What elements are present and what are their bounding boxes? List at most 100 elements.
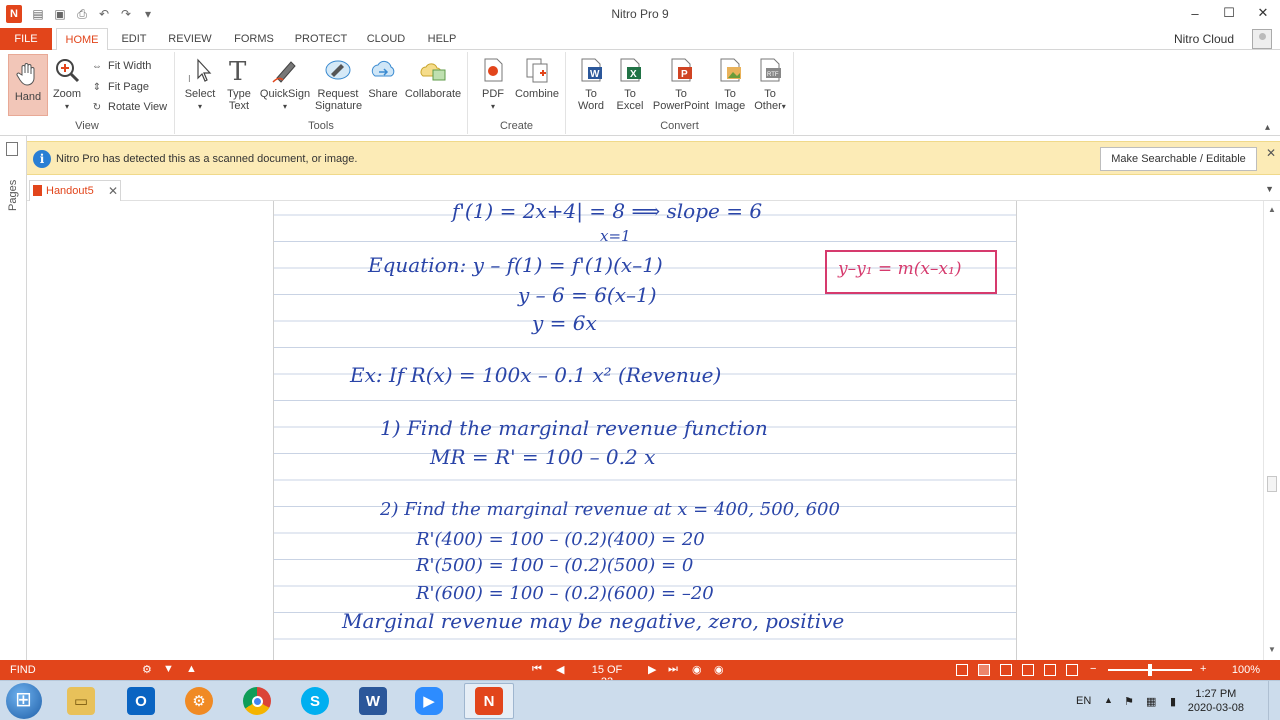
- close-icon[interactable]: ✕: [1266, 146, 1276, 160]
- tab-cloud[interactable]: CLOUD: [362, 28, 410, 50]
- close-button[interactable]: ✕: [1246, 0, 1280, 26]
- collapse-ribbon-icon[interactable]: ▴: [1265, 122, 1270, 133]
- last-page-icon[interactable]: ⏭: [668, 663, 678, 676]
- handwritten-line: Ex: If R(x) = 100x – 0.1 x² (Revenue): [350, 363, 722, 387]
- clock[interactable]: 1:27 PM 2020-03-08: [1188, 687, 1244, 715]
- pdf-button[interactable]: PDF ▾: [476, 56, 510, 113]
- next-page-icon[interactable]: ▶: [648, 663, 656, 676]
- to-word-button[interactable]: W To Word: [572, 56, 610, 112]
- scrollbar-thumb[interactable]: [1267, 476, 1277, 492]
- fit-page-button[interactable]: ⇕ Fit Page: [90, 81, 149, 93]
- find-previous-icon[interactable]: ▼: [163, 663, 174, 675]
- pages-panel-tab[interactable]: Pages: [7, 180, 19, 211]
- back-view-icon[interactable]: ◉: [692, 663, 702, 676]
- tab-file[interactable]: FILE: [0, 28, 52, 50]
- taskbar-word[interactable]: W: [348, 683, 398, 719]
- tab-protect[interactable]: PROTECT: [292, 28, 350, 50]
- zoom-in-icon[interactable]: +: [1200, 663, 1206, 675]
- find-label[interactable]: FIND: [10, 664, 36, 676]
- document-workspace[interactable]: f'(1) = 2x+4| = 8 ⟹ slope = 6 x=1 Equati…: [27, 201, 1263, 660]
- make-searchable-button[interactable]: Make Searchable / Editable: [1100, 147, 1257, 171]
- to-image-button[interactable]: To Image: [712, 56, 748, 112]
- tab-review[interactable]: REVIEW: [164, 28, 216, 50]
- taskbar-nitro[interactable]: N: [464, 683, 514, 719]
- zoom-percentage[interactable]: 100%: [1232, 664, 1260, 676]
- settings-gear-icon[interactable]: ⚙: [142, 663, 152, 676]
- handwritten-line: y – 6 = 6(x–1): [518, 283, 657, 307]
- forward-view-icon[interactable]: ◉: [714, 663, 724, 676]
- vertical-scrollbar[interactable]: ▲ ▼: [1263, 201, 1280, 660]
- fullscreen-icon[interactable]: [1044, 664, 1056, 676]
- handwritten-line: R'(500) = 100 – (0.2)(500) = 0: [416, 555, 694, 576]
- single-page-view-icon[interactable]: [956, 664, 968, 676]
- taskbar-skype[interactable]: S: [290, 683, 340, 719]
- taskbar-file-explorer[interactable]: ▭: [56, 683, 106, 719]
- pages-panel-icon[interactable]: [6, 142, 18, 156]
- maximize-button[interactable]: ☐: [1212, 0, 1246, 26]
- zoom-button[interactable]: Zoom ▾: [50, 56, 84, 113]
- network-icon[interactable]: ▦: [1146, 695, 1156, 708]
- rotate-view-button[interactable]: ↻ Rotate View: [90, 101, 167, 113]
- taskbar-zoom[interactable]: ▶: [404, 683, 454, 719]
- show-desktop-button[interactable]: [1268, 681, 1280, 720]
- taskbar-settings[interactable]: ⚙: [174, 683, 224, 719]
- tray-overflow-icon[interactable]: ▲: [1104, 695, 1113, 705]
- clock-time: 1:27 PM: [1195, 688, 1237, 700]
- quicksign-button[interactable]: QuickSign ▾: [259, 56, 311, 113]
- combine-button[interactable]: Combine: [514, 56, 560, 100]
- first-page-icon[interactable]: ⏮: [532, 663, 542, 676]
- collaborate-button[interactable]: Collaborate: [403, 56, 463, 100]
- to-other-button[interactable]: RTF To Other▾: [750, 56, 790, 113]
- hand-tool-button[interactable]: Hand: [8, 54, 48, 116]
- zoom-out-icon[interactable]: −: [1090, 663, 1096, 675]
- flag-icon[interactable]: ⚑: [1124, 695, 1134, 708]
- quicksign-label: QuickSign: [259, 88, 311, 100]
- split-view-icon[interactable]: [1066, 664, 1078, 676]
- chevron-down-icon[interactable]: ▼: [1265, 184, 1274, 194]
- previous-page-icon[interactable]: ◀: [556, 663, 564, 676]
- taskbar-outlook[interactable]: O: [116, 683, 166, 719]
- cloud-user-name[interactable]: Nitro Cloud: [1174, 32, 1234, 46]
- outlook-icon: O: [127, 687, 155, 715]
- avatar[interactable]: [1252, 29, 1272, 49]
- share-label: Share: [368, 88, 398, 100]
- scroll-down-icon[interactable]: ▼: [1268, 645, 1276, 654]
- fit-width-button[interactable]: ⇔ Fit Width: [90, 60, 151, 72]
- zoom-slider-thumb[interactable]: [1148, 664, 1152, 676]
- continuous-view-icon[interactable]: [978, 664, 990, 676]
- pdf-page[interactable]: f'(1) = 2x+4| = 8 ⟹ slope = 6 x=1 Equati…: [273, 201, 1017, 660]
- facing-continuous-view-icon[interactable]: [1022, 664, 1034, 676]
- share-button[interactable]: Share: [365, 56, 401, 100]
- minimize-button[interactable]: –: [1178, 0, 1212, 26]
- nitro-icon: N: [475, 687, 503, 715]
- handwritten-line: Equation: y – f(1) = f'(1)(x–1): [368, 253, 663, 277]
- taskbar-chrome[interactable]: [232, 683, 282, 719]
- type-text-button[interactable]: T Type Text: [223, 56, 255, 112]
- tab-home[interactable]: HOME: [56, 28, 108, 51]
- request-signature-button[interactable]: Request Signature: [315, 56, 362, 112]
- facing-view-icon[interactable]: [1000, 664, 1012, 676]
- document-tab-handout5[interactable]: Handout5 ✕: [29, 180, 121, 201]
- signal-icon[interactable]: ▮: [1170, 695, 1176, 708]
- input-language[interactable]: EN: [1076, 695, 1091, 707]
- start-button[interactable]: [6, 683, 42, 719]
- ribbon: Hand Zoom ▾ ⇔ Fit Width ⇕ Fit Page ↻ Rota…: [0, 50, 1280, 136]
- close-tab-icon[interactable]: ✕: [108, 181, 118, 201]
- document-tab-label: Handout5: [46, 185, 94, 197]
- tab-forms[interactable]: FORMS: [228, 28, 280, 50]
- to-word-label-1: To: [585, 88, 597, 100]
- tab-help[interactable]: HELP: [422, 28, 462, 50]
- to-excel-button[interactable]: X To Excel: [612, 56, 648, 112]
- select-button[interactable]: I Select ▾: [183, 56, 217, 113]
- svg-text:X: X: [630, 69, 637, 80]
- handwritten-line: 1) Find the marginal revenue function: [380, 416, 768, 440]
- to-powerpoint-button[interactable]: P To PowerPoint: [650, 56, 712, 112]
- find-next-icon[interactable]: ▲: [186, 663, 197, 675]
- chrome-icon: [243, 687, 271, 715]
- scroll-up-icon[interactable]: ▲: [1268, 205, 1276, 214]
- tab-edit[interactable]: EDIT: [112, 28, 156, 50]
- zoom-label: Zoom: [52, 88, 82, 100]
- pages-panel: Pages: [0, 136, 27, 660]
- zoom-icon: [56, 59, 80, 83]
- group-label-view: View: [75, 120, 99, 132]
